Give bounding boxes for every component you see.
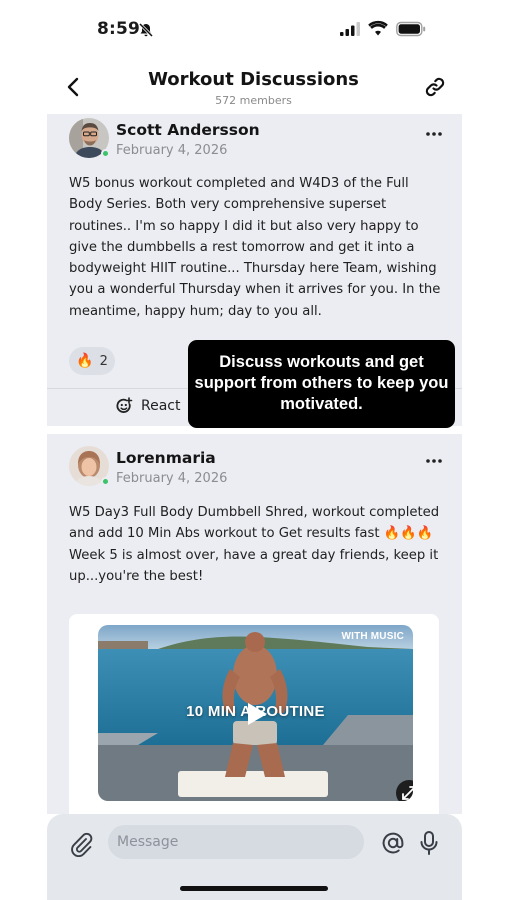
fire-emoji: 🔥 [76, 353, 94, 369]
post-paragraph: Week 5 is almost over, have a great day … [69, 547, 439, 584]
mention-icon[interactable] [381, 831, 405, 855]
wifi-icon [368, 20, 388, 36]
post-paragraph: W5 Day3 Full Body Dumbbell Shred, workou… [69, 505, 440, 542]
post-paragraph: W5 bonus workout completed and W4D3 of t… [69, 176, 441, 319]
react-label: React [141, 398, 181, 414]
post-card: Lorenmaria February 4, 2026 W5 Day3 Full… [47, 434, 462, 814]
post-body: W5 bonus workout completed and W4D3 of t… [69, 173, 444, 322]
bell-muted-icon [138, 22, 154, 38]
link-icon[interactable] [423, 75, 447, 99]
battery-icon [396, 21, 426, 37]
discussion-feed[interactable]: Scott Andersson February 4, 2026 W5 bonu… [47, 114, 462, 814]
message-input[interactable] [108, 825, 364, 859]
status-bar: 8:59 [0, 0, 507, 58]
post-date: February 4, 2026 [116, 143, 228, 158]
online-status-dot [101, 477, 110, 486]
header: Workout Discussions 572 members [0, 58, 507, 114]
play-icon[interactable] [245, 701, 269, 727]
reaction-chip[interactable]: 🔥 2 [69, 347, 115, 375]
author-name[interactable]: Lorenmaria [116, 449, 216, 467]
paperclip-icon[interactable] [69, 831, 93, 857]
home-indicator [180, 886, 328, 891]
post-body: W5 Day3 Full Body Dumbbell Shred, workou… [69, 502, 444, 587]
reaction-count: 2 [99, 353, 108, 369]
react-button[interactable]: React [115, 397, 180, 415]
media-card: WITH MUSIC 10 MIN A ROUTINE [69, 614, 439, 814]
onboarding-tooltip[interactable]: Discuss workouts and get support from ot… [188, 340, 455, 428]
more-options-icon[interactable] [425, 458, 443, 464]
post-date: February 4, 2026 [116, 471, 228, 486]
status-time: 8:59 [97, 19, 141, 39]
video-thumbnail[interactable]: WITH MUSIC 10 MIN A ROUTINE [98, 625, 413, 801]
online-status-dot [101, 149, 110, 158]
video-badge: WITH MUSIC [341, 631, 404, 642]
cellular-signal-icon [340, 22, 360, 36]
microphone-icon[interactable] [419, 830, 439, 856]
more-options-icon[interactable] [425, 131, 443, 137]
author-name[interactable]: Scott Andersson [116, 121, 260, 139]
expand-icon[interactable] [396, 780, 413, 801]
add-reaction-icon [116, 397, 133, 413]
